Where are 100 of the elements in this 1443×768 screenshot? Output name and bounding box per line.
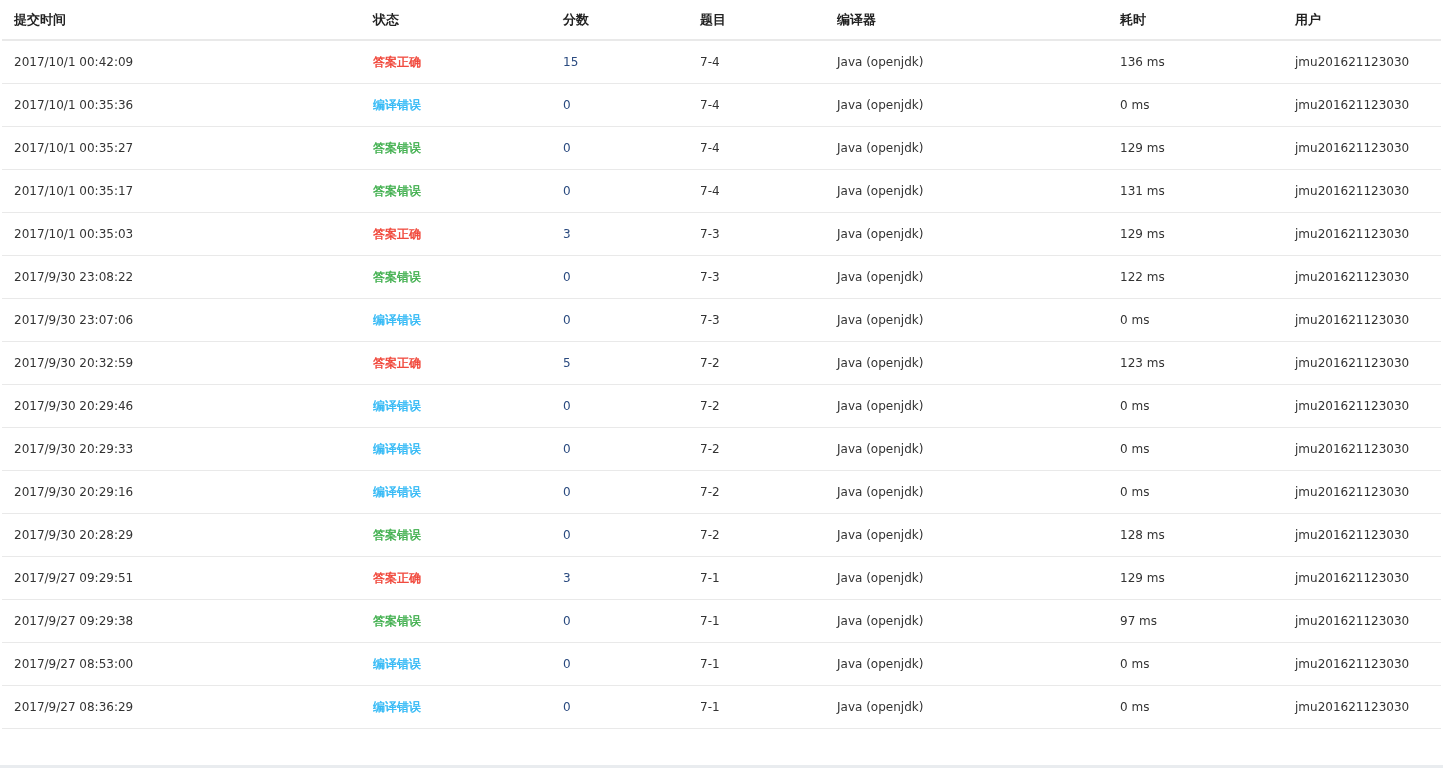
table-cell-text: 129 ms	[1120, 226, 1165, 243]
table-cell-text: Java (openjdk)	[837, 527, 924, 544]
table-cell-text: jmu201621123030	[1295, 140, 1410, 157]
table-cell-text: 2017/10/1 00:35:36	[14, 97, 134, 114]
status-text: 编译错误	[373, 97, 421, 114]
table-cell-text: 7-1	[700, 570, 720, 587]
table-cell-text: Java (openjdk)	[837, 613, 924, 630]
column-header: 耗时	[1120, 10, 1146, 29]
status-text: 答案错误	[373, 613, 421, 630]
table-cell-text: 2017/10/1 00:35:27	[14, 140, 134, 157]
column-header: 分数	[563, 10, 589, 29]
table-cell-text: 7-4	[700, 140, 720, 157]
table-cell-text: Java (openjdk)	[837, 54, 924, 71]
column-header: 用户	[1295, 10, 1321, 29]
table-cell-text: 128 ms	[1120, 527, 1165, 544]
table-cell-text: jmu201621123030	[1295, 97, 1410, 114]
table-cell-text: 0	[563, 484, 571, 501]
table-cell-text: 2017/9/30 23:08:22	[14, 269, 134, 286]
table-cell-text: jmu201621123030	[1295, 226, 1410, 243]
table-cell-text: 2017/9/27 08:36:29	[14, 699, 134, 716]
table-cell-text: jmu201621123030	[1295, 269, 1410, 286]
table-cell-text: jmu201621123030	[1295, 355, 1410, 372]
status-text: 答案错误	[373, 269, 421, 286]
table-cell-text: Java (openjdk)	[837, 312, 924, 329]
status-text: 答案错误	[373, 183, 421, 200]
table-cell-text: Java (openjdk)	[837, 570, 924, 587]
status-text: 编译错误	[373, 699, 421, 716]
status-text: 答案正确	[373, 226, 421, 243]
table-cell-text: jmu201621123030	[1295, 656, 1410, 673]
table-cell-text: jmu201621123030	[1295, 441, 1410, 458]
table-cell-text: 7-1	[700, 656, 720, 673]
table-cell-text: Java (openjdk)	[837, 656, 924, 673]
table-cell-text: 7-4	[700, 54, 720, 71]
table-cell-text: Java (openjdk)	[837, 269, 924, 286]
table-cell-text: 0 ms	[1120, 656, 1150, 673]
table-cell-text: 0 ms	[1120, 97, 1150, 114]
table-cell-text: jmu201621123030	[1295, 613, 1410, 630]
table-cell-text: Java (openjdk)	[837, 140, 924, 157]
table-cell-text: jmu201621123030	[1295, 183, 1410, 200]
table-cell-text: 15	[563, 54, 579, 71]
table-cell-text: 0	[563, 140, 571, 157]
table-cell-text: jmu201621123030	[1295, 484, 1410, 501]
table-cell-text: 0	[563, 97, 571, 114]
table-cell-text: Java (openjdk)	[837, 484, 924, 501]
status-text: 答案正确	[373, 570, 421, 587]
column-header: 题目	[700, 10, 726, 29]
table-cell-text: 3	[563, 570, 571, 587]
table-cell-text: 7-3	[700, 312, 720, 329]
table-cell-text: Java (openjdk)	[837, 355, 924, 372]
table-cell-text: 7-2	[700, 398, 720, 415]
table-cell-text: 0	[563, 269, 571, 286]
table-cell-text: 7-2	[700, 527, 720, 544]
status-text: 答案正确	[373, 355, 421, 372]
table-cell-text: 131 ms	[1120, 183, 1165, 200]
table-cell-text: 97 ms	[1120, 613, 1158, 630]
table-cell-text: 0 ms	[1120, 699, 1150, 716]
status-text: 编译错误	[373, 656, 421, 673]
table-cell-text: 136 ms	[1120, 54, 1165, 71]
table-cell-text: 0	[563, 656, 571, 673]
table-cell-text: 0	[563, 312, 571, 329]
table-cell-text: 7-1	[700, 613, 720, 630]
table-cell-text: 0	[563, 183, 571, 200]
table-cell-text: 123 ms	[1120, 355, 1165, 372]
table-cell-text: 2017/9/30 20:29:46	[14, 398, 134, 415]
table-cell-text: Java (openjdk)	[837, 226, 924, 243]
table-cell-text: 2017/10/1 00:42:09	[14, 54, 134, 71]
table-cell-text: 0 ms	[1120, 484, 1150, 501]
table-cell-text: 0	[563, 527, 571, 544]
status-text: 编译错误	[373, 484, 421, 501]
status-text: 答案错误	[373, 527, 421, 544]
table-cell-text: 122 ms	[1120, 269, 1165, 286]
table-cell-text: Java (openjdk)	[837, 699, 924, 716]
column-header: 提交时间	[14, 10, 66, 29]
table-cell-text: jmu201621123030	[1295, 312, 1410, 329]
table-cell-text: Java (openjdk)	[837, 183, 924, 200]
table-cell-text: 2017/9/30 20:28:29	[14, 527, 134, 544]
table-cell-text: 2017/9/30 20:32:59	[14, 355, 134, 372]
table-cell-text: 7-2	[700, 484, 720, 501]
table-cell-text: jmu201621123030	[1295, 570, 1410, 587]
status-text: 答案错误	[373, 140, 421, 157]
table-cell-text: jmu201621123030	[1295, 699, 1410, 716]
table-cell-text: 7-2	[700, 441, 720, 458]
table-cell-text: 0	[563, 398, 571, 415]
table-cell-text: 0	[563, 441, 571, 458]
table-cell-text: Java (openjdk)	[837, 441, 924, 458]
table-cell-text: 0	[563, 699, 571, 716]
table-cell-text: 2017/9/27 09:29:51	[14, 570, 134, 587]
status-text: 编译错误	[373, 312, 421, 329]
table-cell-text: 129 ms	[1120, 570, 1165, 587]
status-text: 答案正确	[373, 54, 421, 71]
table-cell-text: 0 ms	[1120, 312, 1150, 329]
table-cell-text: 5	[563, 355, 571, 372]
table-cell-text: 7-4	[700, 183, 720, 200]
table-cell-text: 7-1	[700, 699, 720, 716]
table-cell-text: 2017/9/30 20:29:33	[14, 441, 134, 458]
column-header: 编译器	[837, 10, 876, 29]
table-cell-text: 7-2	[700, 355, 720, 372]
table-cell-text: 7-3	[700, 226, 720, 243]
table-cell-text: 2017/9/27 08:53:00	[14, 656, 134, 673]
table-cell-text: 2017/10/1 00:35:03	[14, 226, 134, 243]
